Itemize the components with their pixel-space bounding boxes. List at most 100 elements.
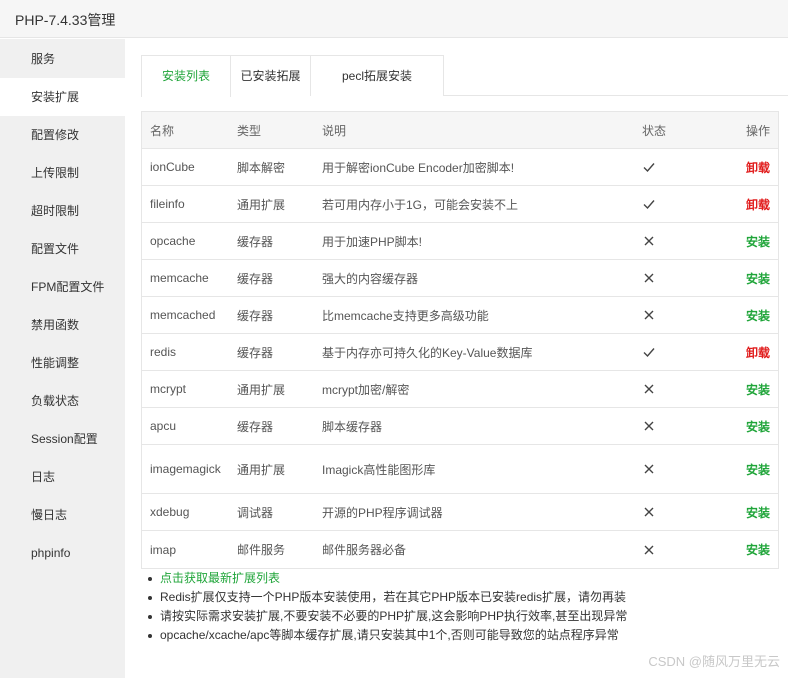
watermark: CSDN @随风万里无云 bbox=[648, 654, 780, 669]
cross-icon bbox=[644, 273, 654, 283]
sidebar-item-phpinfo[interactable]: phpinfo bbox=[0, 534, 125, 572]
table-row: opcache 缓存器 用于加速PHP脚本! 安装 bbox=[142, 223, 778, 260]
table-row: imagemagick 通用扩展 Imagick高性能图形库 安装 bbox=[142, 445, 778, 494]
sidebar: 服务 安装扩展 配置修改 上传限制 超时限制 配置文件 FPM配置文件 禁用函数… bbox=[0, 39, 125, 678]
extension-status bbox=[642, 260, 682, 296]
tab-install-list[interactable]: 安装列表 bbox=[141, 55, 231, 97]
extension-name: apcu bbox=[150, 419, 177, 433]
extension-status bbox=[642, 408, 682, 444]
cross-icon bbox=[644, 236, 654, 246]
extension-name: fileinfo bbox=[150, 197, 185, 211]
sidebar-item-config-file[interactable]: 配置文件 bbox=[0, 230, 125, 268]
extension-status bbox=[642, 445, 682, 493]
table-row: memcached 缓存器 比memcache支持更多高级功能 安装 bbox=[142, 297, 778, 334]
sidebar-item-upload-limit[interactable]: 上传限制 bbox=[0, 154, 125, 192]
header-desc: 说明 bbox=[322, 123, 347, 138]
note-item: Redis扩展仅支持一个PHP版本安装使用，若在其它PHP版本已安装redis扩… bbox=[147, 588, 777, 607]
check-icon bbox=[643, 348, 655, 358]
sidebar-item-fpm-config[interactable]: FPM配置文件 bbox=[0, 268, 125, 306]
extension-status bbox=[642, 149, 682, 185]
extension-desc: 若可用内存小于1G，可能会安装不上 bbox=[322, 197, 519, 212]
check-icon bbox=[643, 163, 655, 173]
sidebar-item-slow-log[interactable]: 慢日志 bbox=[0, 496, 125, 534]
tab-bar: 安装列表 已安装拓展 pecl拓展安装 bbox=[141, 55, 788, 97]
extension-type: 缓存器 bbox=[237, 271, 274, 286]
install-button[interactable]: 安装 bbox=[710, 297, 770, 333]
get-latest-extensions-link[interactable]: 点击获取最新扩展列表 bbox=[147, 569, 777, 588]
extension-desc: 比memcache支持更多高级功能 bbox=[322, 308, 489, 323]
extension-name: redis bbox=[150, 345, 177, 359]
uninstall-button[interactable]: 卸载 bbox=[710, 149, 770, 185]
table-row: redis 缓存器 基于内存亦可持久化的Key-Value数据库 卸载 bbox=[142, 334, 778, 371]
extension-desc: 强大的内容缓存器 bbox=[322, 271, 419, 286]
header-name: 名称 bbox=[150, 123, 175, 138]
header-status: 状态 bbox=[642, 123, 667, 138]
extension-name: opcache bbox=[150, 234, 196, 248]
extension-desc: Imagick高性能图形库 bbox=[322, 462, 436, 477]
sidebar-item-service[interactable]: 服务 bbox=[0, 40, 125, 78]
install-button[interactable]: 安装 bbox=[710, 371, 770, 407]
extension-type: 缓存器 bbox=[237, 308, 274, 323]
header-op: 操作 bbox=[745, 123, 770, 138]
install-button[interactable]: 安装 bbox=[710, 223, 770, 259]
extension-desc: 邮件服务器必备 bbox=[322, 543, 407, 557]
note-item: opcache/xcache/apc等脚本缓存扩展,请只安装其中1个,否则可能导… bbox=[147, 626, 777, 645]
table-header: 名称 类型 说明 状态 操作 bbox=[142, 112, 778, 149]
extension-status bbox=[642, 223, 682, 259]
cross-icon bbox=[644, 507, 654, 517]
cross-icon bbox=[644, 464, 654, 474]
sidebar-item-config-edit[interactable]: 配置修改 bbox=[0, 116, 125, 154]
install-button[interactable]: 安装 bbox=[710, 260, 770, 296]
extension-name: imap bbox=[150, 542, 177, 557]
table-row: ionCube 脚本解密 用于解密ionCube Encoder加密脚本! 卸载 bbox=[142, 149, 778, 186]
tab-installed-extensions[interactable]: 已安装拓展 bbox=[230, 55, 311, 96]
install-button[interactable]: 安装 bbox=[710, 494, 770, 530]
table-row: xdebug 调试器 开源的PHP程序调试器 安装 bbox=[142, 494, 778, 531]
extension-desc: 脚本缓存器 bbox=[322, 419, 383, 434]
sidebar-item-performance[interactable]: 性能调整 bbox=[0, 344, 125, 382]
cross-icon bbox=[644, 545, 654, 554]
extension-type: 脚本解密 bbox=[237, 160, 286, 175]
table-row: apcu 缓存器 脚本缓存器 安装 bbox=[142, 408, 778, 445]
sidebar-item-disabled-functions[interactable]: 禁用函数 bbox=[0, 306, 125, 344]
install-button[interactable]: 安装 bbox=[710, 531, 770, 568]
table-row: imap 邮件服务 邮件服务器必备 安装 bbox=[142, 531, 778, 568]
extension-name: imagemagick bbox=[150, 462, 221, 476]
extension-type: 缓存器 bbox=[237, 345, 274, 360]
extension-type: 缓存器 bbox=[237, 234, 274, 249]
extension-status bbox=[642, 334, 682, 370]
extension-type: 邮件服务 bbox=[237, 543, 286, 557]
note-item: 请按实际需求安装扩展,不要安装不必要的PHP扩展,这会影响PHP执行效率,甚至出… bbox=[147, 607, 777, 626]
sidebar-item-install-extension[interactable]: 安装扩展 bbox=[0, 78, 125, 116]
tab-pecl-install[interactable]: pecl拓展安装 bbox=[310, 55, 444, 96]
extension-name: ionCube bbox=[150, 160, 195, 174]
extension-type: 通用扩展 bbox=[237, 382, 286, 397]
extension-desc: 开源的PHP程序调试器 bbox=[322, 505, 443, 520]
extension-type: 调试器 bbox=[237, 505, 274, 520]
extension-desc: 基于内存亦可持久化的Key-Value数据库 bbox=[322, 345, 533, 360]
extension-status bbox=[642, 297, 682, 333]
cross-icon bbox=[644, 310, 654, 320]
install-button[interactable]: 安装 bbox=[710, 408, 770, 444]
extension-status bbox=[642, 371, 682, 407]
sidebar-item-log[interactable]: 日志 bbox=[0, 458, 125, 496]
sidebar-item-load-status[interactable]: 负载状态 bbox=[0, 382, 125, 420]
uninstall-button[interactable]: 卸载 bbox=[710, 186, 770, 222]
cross-icon bbox=[644, 421, 654, 431]
uninstall-button[interactable]: 卸载 bbox=[710, 334, 770, 370]
extension-type: 缓存器 bbox=[237, 419, 274, 434]
sidebar-item-timeout-limit[interactable]: 超时限制 bbox=[0, 192, 125, 230]
extension-desc: 用于解密ionCube Encoder加密脚本! bbox=[322, 160, 515, 175]
extension-name: memcache bbox=[150, 271, 209, 285]
sidebar-item-session-config[interactable]: Session配置 bbox=[0, 420, 125, 458]
notes-list: 点击获取最新扩展列表 Redis扩展仅支持一个PHP版本安装使用，若在其它PHP… bbox=[147, 569, 777, 645]
extension-type: 通用扩展 bbox=[237, 462, 286, 477]
install-button[interactable]: 安装 bbox=[710, 445, 770, 493]
extension-table: 名称 类型 说明 状态 操作 ionCube 脚本解密 用于解密ionCube En… bbox=[141, 111, 779, 569]
table-row: mcrypt 通用扩展 mcrypt加密/解密 安装 bbox=[142, 371, 778, 408]
extension-name: xdebug bbox=[150, 505, 190, 519]
extension-status bbox=[642, 494, 682, 530]
main-panel: 安装列表 已安装拓展 pecl拓展安装 名称 类型 说明 状态 操作 ionCu… bbox=[125, 39, 788, 678]
header-type: 类型 bbox=[237, 123, 262, 138]
extension-status bbox=[642, 186, 682, 222]
